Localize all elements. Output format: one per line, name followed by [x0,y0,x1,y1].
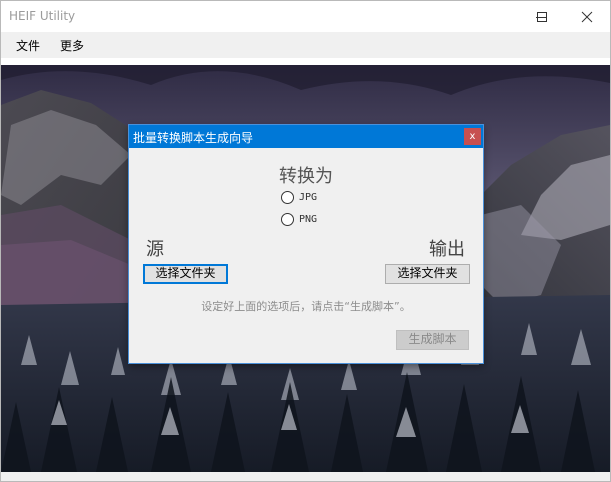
output-select-folder-button[interactable]: 选择文件夹 [385,264,470,284]
source-label: 源 [146,239,164,260]
menu-file[interactable]: 文件 [16,37,40,54]
menu-bar: 文件 更多 [1,32,610,58]
radio-png-label: PNG [299,214,318,225]
radio-png[interactable] [281,213,294,226]
source-select-folder-button[interactable]: 选择文件夹 [143,264,228,284]
format-option-jpg[interactable]: JPG [281,191,317,204]
generate-script-button[interactable]: 生成脚本 [396,330,469,350]
output-label: 输出 [429,239,465,260]
batch-script-wizard-dialog: 批量转换脚本生成向导 x 转换为 JPG PNG 源 输出 选择文件夹 选择文件… [129,125,483,363]
app-window: HEIF Utility 文件 更多 批量转换脚本生成向导 x 转换为 JPG … [0,0,611,482]
convert-to-heading: 转换为 [279,166,333,187]
dialog-title: 批量转换脚本生成向导 [133,131,254,145]
maximize-button[interactable] [519,1,565,32]
window-title: HEIF Utility [9,9,76,23]
close-icon: x [469,131,476,142]
status-strip [1,472,610,481]
dialog-title-bar[interactable]: 批量转换脚本生成向导 x [129,125,483,148]
menu-more[interactable]: 更多 [60,37,84,54]
dialog-close-button[interactable]: x [464,128,481,145]
radio-jpg[interactable] [281,191,294,204]
radio-jpg-label: JPG [299,192,318,203]
maximize-icon [537,11,547,22]
format-option-png[interactable]: PNG [281,213,317,226]
close-button[interactable] [564,1,610,32]
instruction-text: 设定好上面的选项后，请点击“生成脚本”。 [201,300,411,313]
close-icon [581,11,593,22]
